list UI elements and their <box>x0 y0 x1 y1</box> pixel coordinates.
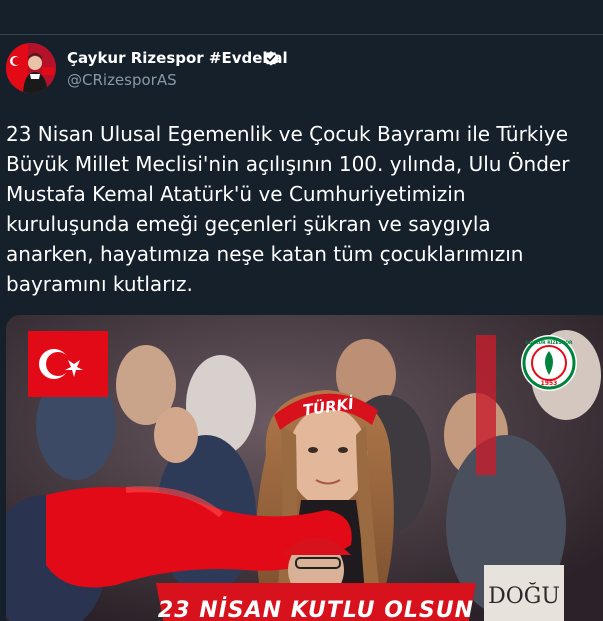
photo-girl-with-flag: 1953 ÇAYKUR RİZESPOR TÜRKİ DOĞU 23 NİSAN… <box>6 315 603 621</box>
top-bar <box>0 0 603 33</box>
svg-text:ÇAYKUR RİZESPOR: ÇAYKUR RİZESPOR <box>525 339 573 346</box>
author-name[interactable]: Çaykur Rizespor #Evdekal <box>67 49 288 67</box>
author-handle[interactable]: @CRizesporAS <box>67 71 177 89</box>
tweet[interactable]: Çaykur Rizespor #Evdekal @CRizesporAS 23… <box>0 35 603 621</box>
rizespor-logo: 1953 ÇAYKUR RİZESPOR <box>521 335 577 391</box>
tweet-text-line: kuruluşunda emeği geçenleri şükran ve sa… <box>6 212 491 236</box>
tweet-text-line: Mustafa Kemal Atatürk'ü ve Cumhuriyetimi… <box>6 182 466 206</box>
avatar-image <box>6 43 56 93</box>
svg-text:DOĞU: DOĞU <box>488 582 560 609</box>
tweet-media-image[interactable]: 1953 ÇAYKUR RİZESPOR TÜRKİ DOĞU 23 NİSAN… <box>6 315 603 621</box>
tweet-text-line: 23 Nisan Ulusal Egemenlik ve Çocuk Bayra… <box>6 122 569 146</box>
tweet-text: 23 Nisan Ulusal Egemenlik ve Çocuk Bayra… <box>6 119 603 299</box>
tweet-text-line: Büyük Millet Meclisi'nin açılışının 100.… <box>6 152 570 176</box>
svg-text:1953: 1953 <box>541 380 558 387</box>
avatar[interactable] <box>6 43 56 93</box>
tweet-text-line: bayramını kutlarız. <box>6 272 193 296</box>
tweet-text-line: anarken, hayatımıza neşe katan tüm çocuk… <box>6 242 524 266</box>
verified-badge-icon <box>263 51 279 66</box>
twitter-screen: Çaykur Rizespor #Evdekal @CRizesporAS 23… <box>0 0 603 621</box>
svg-text:23 NİSAN KUTLU OLSUN: 23 NİSAN KUTLU OLSUN <box>158 597 474 621</box>
